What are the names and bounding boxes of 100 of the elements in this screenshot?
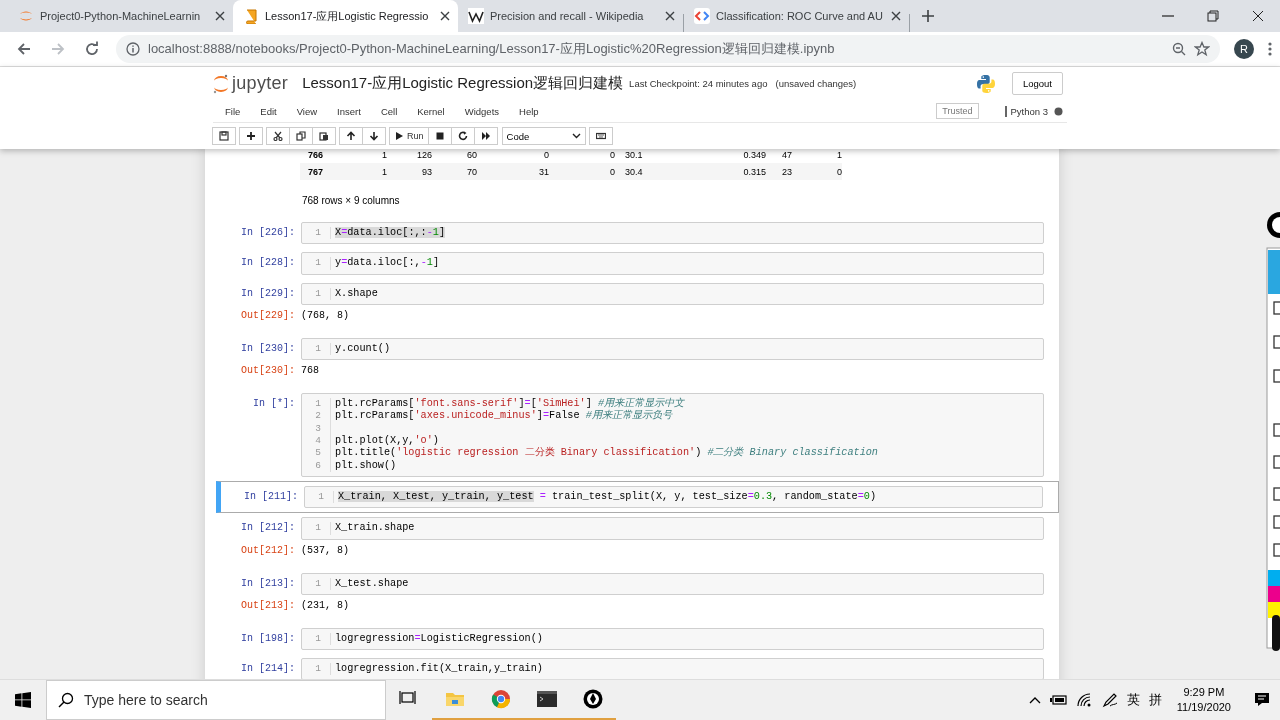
code-editor[interactable] bbox=[301, 393, 1044, 477]
caret-icon bbox=[571, 133, 581, 139]
browser-tab[interactable]: Precision and recall - Wikipedia bbox=[458, 0, 683, 32]
chevron-up-icon[interactable] bbox=[1028, 696, 1041, 704]
copy-icon bbox=[296, 131, 306, 141]
close-icon[interactable] bbox=[215, 11, 225, 21]
star-icon[interactable] bbox=[1194, 41, 1210, 57]
move-up-button[interactable] bbox=[339, 127, 363, 145]
menu-item[interactable]: Help bbox=[509, 105, 549, 117]
code-line: plt.show() bbox=[335, 459, 398, 472]
code-editor[interactable]: 1 X_train.shape bbox=[301, 517, 1044, 540]
menu-item[interactable]: File bbox=[215, 105, 251, 117]
table-cell: 31 bbox=[477, 163, 549, 180]
table-summary: 768 rows × 9 columns bbox=[302, 195, 400, 206]
table-cell: 0 bbox=[549, 163, 615, 180]
input-prompt: In [230]: bbox=[240, 341, 296, 354]
save-icon bbox=[219, 131, 229, 141]
input-language-indicator[interactable]: 英 bbox=[1126, 691, 1140, 709]
move-down-button[interactable] bbox=[362, 127, 386, 145]
plus-icon bbox=[921, 9, 935, 23]
code-editor[interactable]: 1 X.shape bbox=[301, 282, 1044, 305]
battery-icon[interactable] bbox=[1049, 694, 1068, 706]
line-number: 1 bbox=[314, 257, 322, 270]
taskbar-search-field[interactable]: Type here to search bbox=[46, 680, 386, 720]
line-number: 1 bbox=[314, 632, 322, 646]
stop-button[interactable] bbox=[427, 127, 452, 145]
browser-tab[interactable]: Classification: ROC Curve and AU bbox=[684, 0, 909, 32]
more-menu-icon[interactable] bbox=[1268, 41, 1272, 57]
menu-item[interactable]: Widgets bbox=[454, 105, 510, 117]
info-icon bbox=[126, 42, 140, 56]
line-number: 6 bbox=[314, 459, 322, 472]
trusted-indicator[interactable]: Trusted bbox=[936, 103, 979, 119]
clock-date[interactable]: 11/19/2020 bbox=[1176, 700, 1231, 715]
menu-item[interactable]: Kernel bbox=[407, 105, 455, 117]
restart-button[interactable] bbox=[450, 127, 475, 145]
menu-item[interactable]: Edit bbox=[250, 105, 287, 117]
profile-avatar[interactable]: R bbox=[1234, 39, 1254, 59]
menu-item[interactable]: Cell bbox=[370, 105, 408, 117]
fast-forward-button[interactable] bbox=[473, 127, 498, 145]
table-cell: 0 bbox=[477, 149, 549, 163]
arrow-right-icon bbox=[50, 41, 66, 57]
code-editor[interactable]: 1 logregression.fit(X_train,y_train) bbox=[301, 658, 1044, 679]
code-editor[interactable]: 1 X=data.iloc[:,:-1] bbox=[301, 222, 1044, 245]
terminal-icon bbox=[537, 689, 557, 709]
table-cell: 30.1 bbox=[615, 149, 715, 163]
input-prompt: In [211]: bbox=[243, 489, 299, 502]
cell-type-dropdown[interactable]: Code bbox=[501, 127, 586, 145]
line-number: 1 bbox=[317, 490, 325, 504]
save-button[interactable] bbox=[212, 127, 236, 145]
run-button[interactable]: Run bbox=[389, 127, 429, 145]
play-icon bbox=[394, 131, 404, 141]
output-prompt: Out[230]: bbox=[240, 364, 296, 377]
insert-cell-button[interactable] bbox=[239, 127, 263, 145]
pen-icon[interactable] bbox=[1101, 692, 1118, 708]
browser-tab[interactable]: Project0-Python-MachineLearnin bbox=[8, 0, 233, 32]
cut-button[interactable] bbox=[266, 127, 290, 145]
table-cell: 0 bbox=[792, 163, 842, 180]
close-icon[interactable] bbox=[665, 11, 675, 21]
code-line: X_train, X_test, y_train, y_test = train_test_split(X, y, test_size=0.3, random_state=0) bbox=[338, 490, 878, 504]
table-cell: 60 bbox=[432, 149, 477, 163]
table-cell: 93 bbox=[387, 163, 432, 180]
search-icon bbox=[58, 692, 74, 708]
close-icon[interactable] bbox=[891, 11, 901, 21]
keyboard-button[interactable] bbox=[588, 127, 613, 145]
kernel-name[interactable]: Python 3 bbox=[1010, 105, 1048, 117]
output-prompt: Out[229]: bbox=[240, 308, 296, 321]
code-line: y.count() bbox=[335, 342, 392, 356]
browser-tab[interactable]: Lesson17-应用Logistic Regressio bbox=[233, 0, 458, 32]
table-cell: 23 bbox=[766, 163, 792, 180]
address-bar[interactable]: localhost:8888/notebooks/Project0-Python-MachineLearning/Lesson17-应用Logistic%20Regression逻辑回归建模.ipynb bbox=[116, 35, 1220, 63]
close-icon[interactable] bbox=[440, 11, 450, 21]
wikipedia-logo-icon bbox=[468, 8, 484, 24]
selected-cell[interactable]: In [211]: 1 X_train, X_test, y_train, y_test = train_test_split(X, y, test_size=0.3, random_state=0) bbox=[216, 480, 1059, 514]
input-prompt: In [*]: bbox=[252, 397, 296, 410]
line-number: 2 bbox=[314, 410, 322, 423]
menu-item[interactable]: View bbox=[286, 105, 328, 117]
wifi-icon[interactable] bbox=[1076, 693, 1093, 707]
output-prompt: Out[213]: bbox=[240, 598, 296, 611]
menu-item[interactable]: Insert bbox=[327, 105, 371, 117]
zoom-out-icon[interactable] bbox=[1172, 42, 1186, 56]
code-editor[interactable]: 1 y.count() bbox=[301, 337, 1044, 361]
notification-icon[interactable] bbox=[1254, 692, 1270, 708]
table-cell: 0.349 bbox=[715, 149, 766, 163]
code-line: y=data.iloc[:,-1] bbox=[335, 257, 440, 270]
line-number: 1 bbox=[314, 663, 322, 676]
code-editor[interactable]: 1 X_test.shape bbox=[301, 572, 1044, 595]
paste-button[interactable] bbox=[312, 127, 336, 145]
notebook-title[interactable]: Lesson17-应用Logistic Regression逻辑回归建模 bbox=[302, 74, 624, 93]
clock-time[interactable]: 9:29 PM bbox=[1183, 685, 1225, 700]
code-editor[interactable]: 1 logregression=LogisticRegression() bbox=[301, 627, 1044, 651]
fast-forward-icon bbox=[480, 131, 491, 141]
code-line: plt.plot(X,y,'o') bbox=[335, 435, 440, 447]
code-editor[interactable]: 1 X_train, X_test, y_train, y_test = train_test_split(X, y, test_size=0.3, random_state=0) bbox=[304, 485, 1043, 509]
input-prompt: In [212]: bbox=[240, 521, 296, 534]
table-cell: 1 bbox=[362, 149, 387, 163]
code-editor[interactable]: 1 y=data.iloc[:,-1] bbox=[301, 252, 1044, 275]
paste-icon bbox=[319, 131, 329, 141]
copy-button[interactable] bbox=[289, 127, 313, 145]
logout-button[interactable]: Logout bbox=[1011, 72, 1063, 95]
input-mode-indicator[interactable]: 拼 bbox=[1148, 691, 1162, 709]
